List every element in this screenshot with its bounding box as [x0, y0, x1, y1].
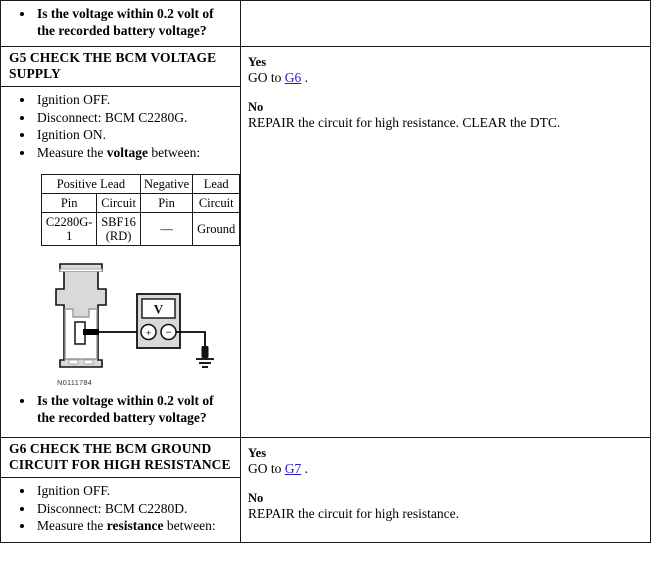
list-item: Ignition ON. [35, 127, 234, 144]
measure-keyword: voltage [106, 144, 148, 160]
answer-label-no: No [248, 491, 264, 505]
list-item-measure: Measure the voltage between: [35, 145, 234, 162]
measurement-figure: V + − N0111784 [1, 248, 240, 389]
step-title: G5 CHECK THE BCM VOLTAGE SUPPLY [9, 50, 217, 81]
list-item: Disconnect: BCM C2280D. [35, 501, 234, 518]
g6-title-row: G6 CHECK THE BCM GROUND CIRCUIT FOR HIGH… [1, 438, 240, 478]
list-item-measure: Measure the resistance between: [35, 518, 234, 535]
cell-step-left: Is the voltage within 0.2 volt of the re… [0, 0, 241, 47]
voltmeter-display-label: V [154, 302, 164, 317]
diagnostic-table: Is the voltage within 0.2 volt of the re… [0, 0, 651, 543]
measurement-group-header-row: Positive Lead Negative Lead [41, 174, 240, 194]
figure-id: N0111784 [57, 378, 93, 387]
measure-suffix: between: [163, 518, 216, 533]
question-list: Is the voltage within 0.2 volt of the re… [1, 389, 240, 437]
list-item: Ignition OFF. [35, 483, 234, 500]
list-item: Ignition OFF. [35, 92, 234, 109]
cell-pin-negative: — [139, 212, 194, 246]
g6-left-stack: G6 CHECK THE BCM GROUND CIRCUIT FOR HIGH… [1, 438, 240, 542]
group-header-positive-lead: Positive Lead [41, 174, 141, 194]
goto-suffix: . [301, 70, 308, 85]
col-header-circuit-pos: Circuit [96, 193, 141, 213]
col-header-circuit-neg: Circuit [192, 193, 240, 213]
answers-block: Yes GO to G7 . No REPAIR the circuit for… [241, 438, 650, 528]
cell-circuit-negative: Ground [192, 212, 240, 246]
link-g6[interactable]: G6 [285, 70, 302, 85]
step-title: G6 CHECK THE BCM GROUND CIRCUIT FOR HIGH… [9, 441, 231, 472]
g6-title-cell: G6 CHECK THE BCM GROUND CIRCUIT FOR HIGH… [1, 438, 240, 478]
group-header-negative: Negative [139, 174, 194, 194]
measurement-table-wrap: Positive Lead Negative Lead Pin Circuit [1, 168, 240, 248]
cell-step-left-g6: G6 CHECK THE BCM GROUND CIRCUIT FOR HIGH… [0, 437, 241, 543]
table-row: G6 CHECK THE BCM GROUND CIRCUIT FOR HIGH… [0, 437, 651, 543]
g5-title-row: G5 CHECK THE BCM VOLTAGE SUPPLY [1, 47, 240, 87]
answer-text-yes: GO to G7 . [248, 461, 644, 477]
table-row: Is the voltage within 0.2 volt of the re… [0, 0, 651, 47]
cell-pin-positive: C2280G-1 [40, 212, 98, 246]
answer-label-yes: Yes [248, 55, 267, 69]
g5-body-row: Ignition OFF. Disconnect: BCM C2280G. Ig… [1, 87, 240, 438]
table-row: G5 CHECK THE BCM VOLTAGE SUPPLY Ignition… [0, 46, 651, 438]
answer-yes: Yes GO to G7 . [248, 446, 644, 477]
cell-answers-right-g6: Yes GO to G7 . No REPAIR the circuit for… [240, 437, 651, 543]
measurement-data-row: C2280G-1 SBF16 (RD) — Ground [40, 212, 240, 246]
g6-body-row: Ignition OFF. Disconnect: BCM C2280D. Me… [1, 478, 240, 542]
col-header-pin-neg: Pin [139, 193, 194, 213]
positive-terminal-label: + [146, 328, 151, 338]
question-list: Is the voltage within 0.2 volt of the re… [1, 1, 240, 46]
empty-answer-cell [241, 1, 650, 2]
group-header-lead: Lead [192, 174, 240, 194]
goto-prefix: GO to [248, 461, 285, 476]
measure-prefix: Measure the [37, 144, 107, 160]
measure-suffix: between: [147, 144, 201, 160]
ground-probe [201, 346, 209, 358]
negative-terminal-label: − [166, 328, 172, 339]
measure-prefix: Measure the [37, 518, 107, 533]
voltmeter-icon: V + − [136, 293, 181, 349]
list-item: Disconnect: BCM C2280G. [35, 110, 234, 127]
connector-voltmeter-ground-diagram: V + − [55, 263, 214, 368]
answer-text-no: REPAIR the circuit for high resistance. [248, 506, 459, 521]
answer-text-no: REPAIR the circuit for high resistance. … [248, 115, 561, 130]
probe-tip [83, 329, 99, 335]
list-item: Is the voltage within 0.2 volt of the re… [35, 393, 234, 426]
cell-answers-right-g5: Yes GO to G6 . No REPAIR the circuit for… [240, 46, 651, 438]
answer-yes: Yes GO to G6 . [248, 55, 644, 86]
goto-prefix: GO to [248, 70, 285, 85]
answer-text-yes: GO to G6 . [248, 70, 644, 86]
step-list: Ignition OFF. Disconnect: BCM C2280D. Me… [1, 478, 240, 542]
answer-label-no: No [248, 100, 264, 114]
col-header-pin-pos: Pin [40, 193, 98, 213]
g5-left-stack: G5 CHECK THE BCM VOLTAGE SUPPLY Ignition… [1, 47, 240, 437]
document-page: Is the voltage within 0.2 volt of the re… [0, 0, 667, 583]
ground-icon [196, 358, 214, 368]
g5-body-cell: Ignition OFF. Disconnect: BCM C2280G. Ig… [1, 87, 240, 438]
measure-keyword: resistance [106, 518, 164, 533]
goto-suffix: . [301, 461, 308, 476]
connector-icon [55, 263, 107, 368]
answers-block: Yes GO to G6 . No REPAIR the circuit for… [241, 47, 650, 137]
cell-circuit-positive: SBF16 (RD) [96, 212, 141, 246]
step-list: Ignition OFF. Disconnect: BCM C2280G. Ig… [1, 87, 240, 168]
list-item: Is the voltage within 0.2 volt of the re… [35, 6, 234, 39]
cell-step-left-g5: G5 CHECK THE BCM VOLTAGE SUPPLY Ignition… [0, 46, 241, 438]
g5-title-cell: G5 CHECK THE BCM VOLTAGE SUPPLY [1, 47, 240, 87]
answer-no: No REPAIR the circuit for high resistanc… [248, 100, 644, 131]
measurement-table: Positive Lead Negative Lead Pin Circuit [40, 174, 240, 246]
measurement-column-header-row: Pin Circuit Pin Circuit [40, 193, 240, 213]
answer-no: No REPAIR the circuit for high resistanc… [248, 491, 644, 522]
g6-body-cell: Ignition OFF. Disconnect: BCM C2280D. Me… [1, 478, 240, 542]
answer-label-yes: Yes [248, 446, 267, 460]
link-g7[interactable]: G7 [285, 461, 302, 476]
cell-answers-right [240, 0, 651, 47]
